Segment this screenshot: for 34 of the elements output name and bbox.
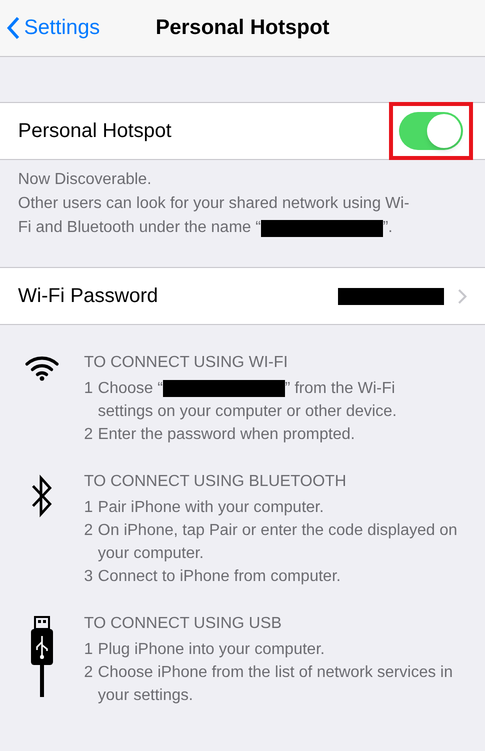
- step-text: settings on your computer or other device.: [98, 402, 397, 422]
- row-label: Wi-Fi Password: [18, 284, 158, 309]
- footer-text: Fi and Bluetooth under the name “: [18, 218, 261, 238]
- step-number: 1: [84, 379, 93, 399]
- footer-text: Other users can look for your shared network using Wi-: [18, 194, 410, 214]
- step-text: Choose iPhone from the list of network services in your settings.: [98, 663, 454, 706]
- footer-text: ”.: [382, 218, 393, 238]
- toggle-switch[interactable]: [399, 112, 463, 150]
- settings-row[interactable]: Wi-Fi Password: [0, 267, 485, 325]
- section-heading: TO CONNECT USING WI-FI: [84, 353, 289, 373]
- row-label: Personal Hotspot: [18, 119, 172, 144]
- usb-cable-icon: [29, 616, 55, 698]
- step-number: 2: [84, 425, 93, 445]
- page-title: Personal Hotspot: [156, 15, 330, 42]
- step-text: Pair iPhone with your computer.: [98, 498, 324, 518]
- step-text: On iPhone, tap Pair or enter the code displayed on your computer.: [98, 521, 458, 564]
- step-text: Plug iPhone into your computer.: [98, 640, 325, 660]
- section-heading: TO CONNECT USING BLUETOOTH: [84, 472, 348, 492]
- step-number: 2: [84, 521, 93, 541]
- wifi-icon: [25, 355, 59, 381]
- status-text: Now Discoverable.: [18, 170, 152, 190]
- bluetooth-icon: [30, 474, 54, 518]
- step-text: Connect to iPhone from computer.: [98, 567, 341, 587]
- step-text: Enter the password when prompted.: [98, 425, 355, 445]
- step-text: Choose “: [98, 379, 163, 399]
- back-button[interactable]: Settings: [6, 12, 100, 44]
- chevron-right-icon: [458, 288, 467, 304]
- step-number: 3: [84, 567, 93, 587]
- step-text: ” from the Wi-Fi: [284, 379, 396, 399]
- back-chevron-icon: [6, 16, 20, 40]
- step-number: 2: [84, 663, 93, 683]
- section-heading: TO CONNECT USING USB: [84, 614, 283, 634]
- step-number: 1: [84, 640, 93, 660]
- step-number: 1: [84, 498, 93, 518]
